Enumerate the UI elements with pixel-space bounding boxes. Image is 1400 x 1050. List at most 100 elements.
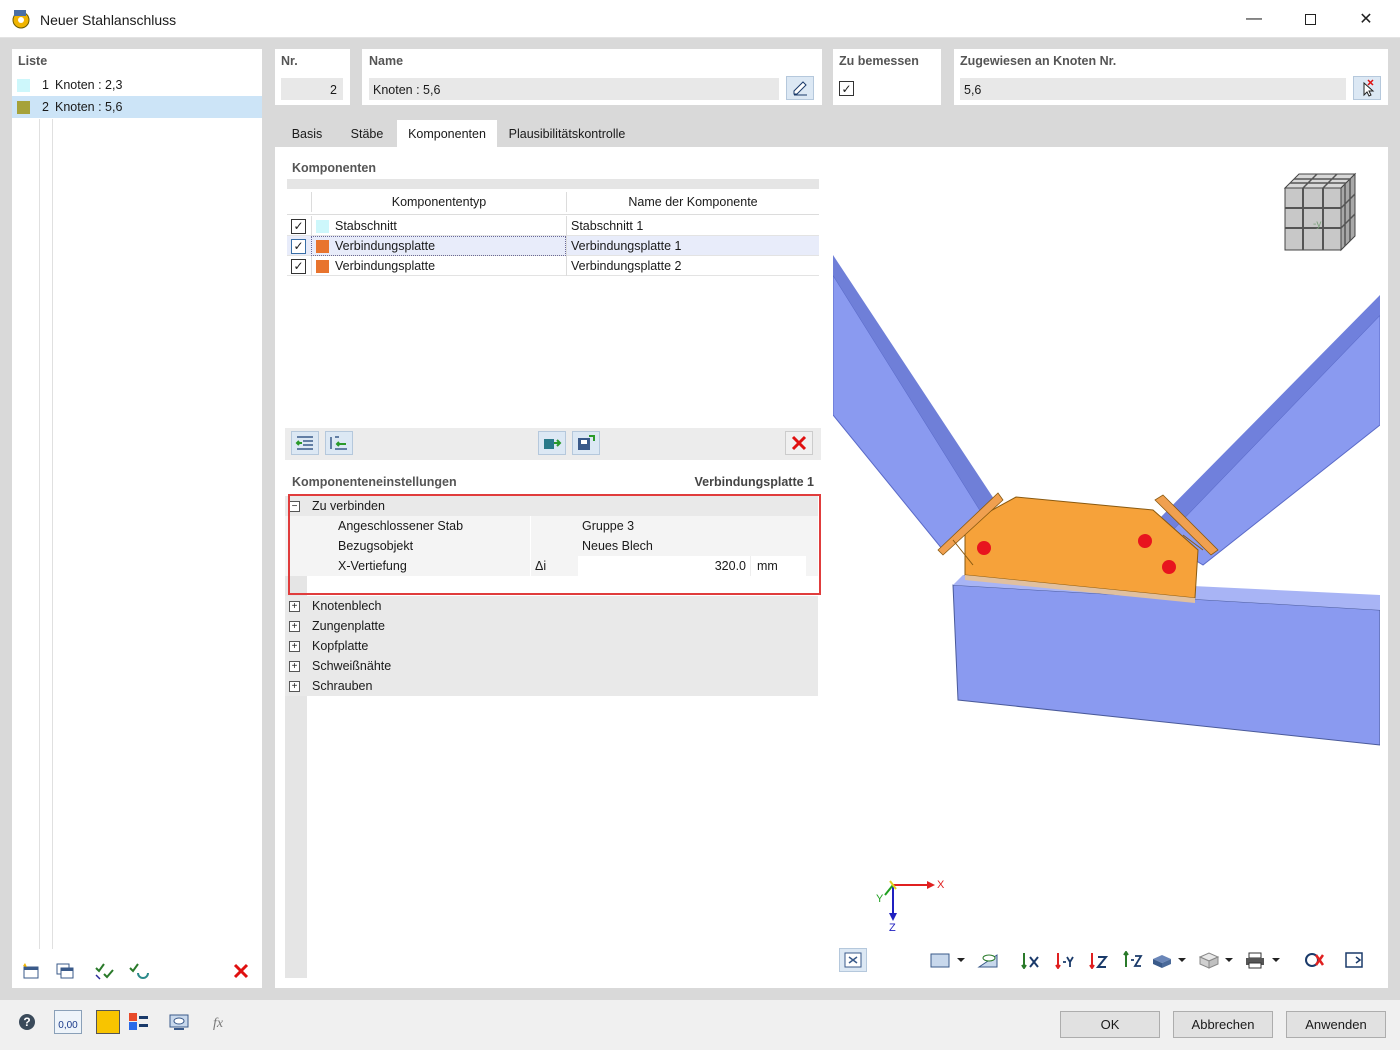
formula-icon[interactable]: fx: [208, 1010, 234, 1034]
maximize-button[interactable]: [1282, 0, 1338, 38]
export-icon[interactable]: [538, 431, 566, 455]
svg-text:fx: fx: [213, 1016, 224, 1031]
check-all-icon[interactable]: [92, 959, 118, 983]
settings-current: Verbindungsplatte 1: [694, 475, 814, 489]
column-header-type[interactable]: Komponententyp: [311, 192, 566, 212]
color-button[interactable]: [96, 1010, 120, 1034]
insert-before-icon[interactable]: [291, 431, 319, 455]
color-swatch: [17, 78, 30, 92]
pick-node-button[interactable]: [1353, 76, 1381, 100]
edit-icon: [793, 81, 807, 96]
text-format-icon[interactable]: [126, 1010, 152, 1034]
save-library-icon[interactable]: [572, 431, 600, 455]
edit-name-button[interactable]: [786, 76, 814, 100]
view-minus-y-icon[interactable]: [1051, 948, 1077, 972]
minimize-button[interactable]: —: [1226, 0, 1282, 38]
components-header: Komponenten: [292, 161, 377, 175]
apply-button[interactable]: Anwenden: [1286, 1011, 1386, 1038]
visibility-icon[interactable]: [975, 948, 1001, 972]
view-sync-icon[interactable]: [839, 948, 867, 972]
color-swatch: [316, 259, 329, 273]
new-item-icon[interactable]: [18, 959, 44, 983]
component-name: Verbindungsplatte 1: [566, 236, 819, 256]
3d-model: [833, 255, 1380, 746]
nr-panel: Nr. 2: [275, 49, 350, 105]
expand-icon[interactable]: +: [289, 600, 300, 612]
ok-button[interactable]: OK: [1060, 1011, 1160, 1038]
nr-label: Nr.: [281, 54, 298, 68]
view-minus-z-icon[interactable]: [1119, 948, 1145, 972]
group-zungenplatte[interactable]: + Zungenplatte: [285, 616, 818, 636]
tab-plausibilitaetskontrolle[interactable]: Plausibilitätskontrolle: [497, 120, 637, 147]
settings-header: Komponenteneinstellungen: [292, 475, 457, 489]
list-item-nr: 1: [42, 78, 49, 92]
view-z-icon[interactable]: [1085, 948, 1111, 972]
cancel-button[interactable]: Abbrechen: [1173, 1011, 1273, 1038]
group-kopfplatte[interactable]: + Kopfplatte: [285, 636, 818, 656]
delete-icon[interactable]: [228, 959, 254, 983]
render-mode-icon[interactable]: [1149, 948, 1191, 972]
color-swatch: [316, 219, 329, 233]
table-row[interactable]: ✓ Verbindungsplatte Verbindungsplatte 2: [287, 256, 819, 276]
assigned-label: Zugewiesen an Knoten Nr.: [960, 54, 1117, 68]
reset-view-icon[interactable]: [1301, 948, 1327, 972]
view-settings-icon[interactable]: [166, 1010, 192, 1034]
tab-komponenten[interactable]: Komponenten: [397, 120, 497, 147]
components-toolbar: [285, 428, 821, 460]
insert-after-icon[interactable]: [325, 431, 353, 455]
check-toggle-icon[interactable]: [126, 959, 152, 983]
units-value: 0,00: [58, 1020, 78, 1031]
table-header-row: Komponententyp Name der Komponente: [287, 189, 819, 215]
design-checkbox[interactable]: ✓: [839, 81, 854, 96]
units-button[interactable]: 0,00: [54, 1010, 82, 1034]
color-swatch: [316, 239, 329, 253]
row-checkbox[interactable]: ✓: [291, 218, 306, 234]
highlight-frame: [288, 494, 821, 595]
expand-icon[interactable]: +: [289, 620, 300, 632]
help-icon[interactable]: ?: [14, 1010, 40, 1034]
expand-icon[interactable]: +: [289, 660, 300, 672]
tree-guide: [52, 119, 53, 949]
axis-x-label: X: [937, 879, 945, 891]
tab-basis[interactable]: Basis: [280, 120, 334, 147]
design-label: Zu bemessen: [839, 54, 919, 68]
list-item-selected[interactable]: 2 Knoten : 5,6: [12, 96, 262, 118]
svg-text:?: ?: [23, 1015, 30, 1029]
table-group-header: [287, 179, 819, 189]
panel-toggle-icon[interactable]: [1342, 948, 1368, 972]
group-schweissnaehte[interactable]: + Schweißnähte: [285, 656, 818, 676]
print-icon[interactable]: [1243, 948, 1285, 972]
list-item-label: Knoten : 2,3: [55, 78, 123, 92]
group-label: Knotenblech: [312, 599, 382, 613]
table-row[interactable]: ✓ Stabschnitt Stabschnitt 1: [287, 216, 819, 236]
column-header-name[interactable]: Name der Komponente: [566, 192, 819, 212]
delete-component-icon[interactable]: [785, 431, 813, 455]
list-item[interactable]: 1 Knoten : 2,3: [12, 74, 262, 96]
group-schrauben[interactable]: + Schrauben: [285, 676, 818, 696]
group-knotenblech[interactable]: + Knotenblech: [285, 596, 818, 616]
expand-icon[interactable]: +: [289, 680, 300, 692]
color-swatch: [17, 100, 30, 114]
copy-item-icon[interactable]: [52, 959, 78, 983]
table-row-selected[interactable]: ✓ Verbindungsplatte Verbindungsplatte 1: [287, 236, 819, 256]
component-type: Stabschnitt: [335, 219, 397, 233]
axis-y-label: Y: [876, 893, 884, 905]
name-field[interactable]: Knoten : 5,6: [369, 78, 779, 100]
3d-view[interactable]: -y X Y Z: [833, 155, 1380, 978]
expand-icon[interactable]: +: [289, 640, 300, 652]
transparency-icon[interactable]: [1196, 948, 1238, 972]
list-item-nr: 2: [42, 100, 49, 114]
close-button[interactable]: ✕: [1338, 0, 1394, 38]
component-type: Verbindungsplatte: [335, 259, 436, 273]
row-checkbox[interactable]: ✓: [291, 258, 306, 274]
row-checkbox[interactable]: ✓: [291, 238, 306, 254]
view-cube-icon[interactable]: [1281, 170, 1359, 255]
group-label: Schweißnähte: [312, 659, 392, 673]
title-bar: Neuer Stahlanschluss — ✕: [0, 0, 1400, 38]
display-options-icon[interactable]: [928, 948, 970, 972]
view-x-icon[interactable]: [1017, 948, 1043, 972]
group-label: Schrauben: [312, 679, 373, 693]
tab-staebe[interactable]: Stäbe: [337, 120, 397, 147]
assigned-field[interactable]: 5,6: [960, 78, 1346, 100]
pick-cursor-icon: [1363, 79, 1375, 97]
